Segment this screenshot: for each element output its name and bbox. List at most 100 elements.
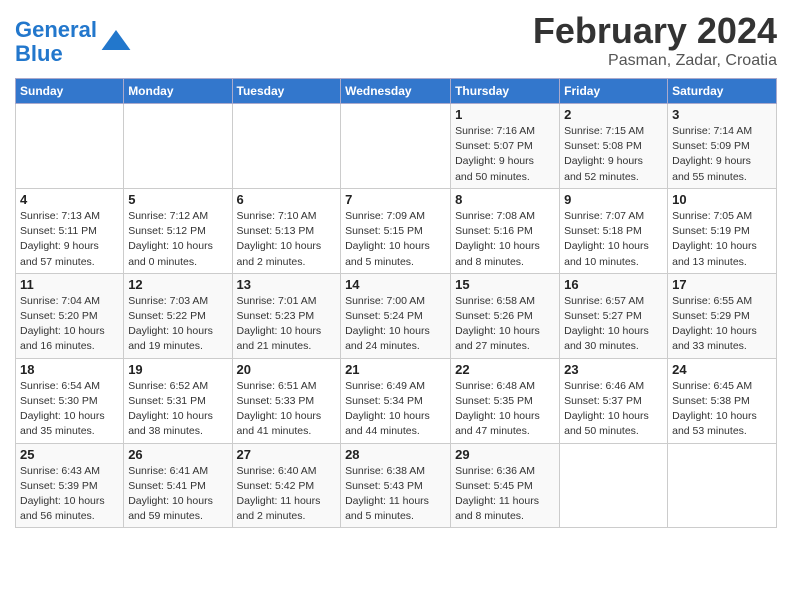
day-info: Sunrise: 6:38 AMSunset: 5:43 PMDaylight:… — [345, 464, 446, 525]
day-cell: 9 Sunrise: 7:07 AMSunset: 5:18 PMDaylight… — [560, 188, 668, 273]
header-day-saturday: Saturday — [668, 79, 777, 104]
day-number: 24 — [672, 362, 772, 377]
header: General Blue February 2024 Pasman, Zadar… — [15, 10, 777, 70]
day-number: 16 — [564, 277, 663, 292]
day-cell: 6Sunrise: 7:10 AMSunset: 5:13 PMDaylight… — [232, 188, 341, 273]
day-number: 27 — [237, 447, 337, 462]
day-info: Sunrise: 7:16 AMSunset: 5:07 PMDaylight:… — [455, 124, 555, 185]
day-info: Sunrise: 7:04 AMSunset: 5:20 PMDaylight:… — [20, 294, 119, 355]
week-row-2: 4 Sunrise: 7:13 AMSunset: 5:11 PMDaylight… — [16, 188, 777, 273]
day-number: 11 — [20, 277, 119, 292]
day-number: 23 — [564, 362, 663, 377]
day-info: Sunrise: 6:41 AMSunset: 5:41 PMDaylight:… — [128, 464, 227, 525]
day-cell — [341, 104, 451, 189]
day-number: 18 — [20, 362, 119, 377]
header-day-friday: Friday — [560, 79, 668, 104]
day-cell: 20 Sunrise: 6:51 AMSunset: 5:33 PMDayligh… — [232, 358, 341, 443]
day-number: 13 — [237, 277, 337, 292]
logo-blue: Blue — [15, 41, 63, 66]
day-cell: 16 Sunrise: 6:57 AMSunset: 5:27 PMDayligh… — [560, 273, 668, 358]
day-number: 10 — [672, 192, 772, 207]
day-info: Sunrise: 7:08 AMSunset: 5:16 PMDaylight:… — [455, 209, 555, 270]
day-cell — [668, 443, 777, 528]
day-info: Sunrise: 7:09 AMSunset: 5:15 PMDaylight:… — [345, 209, 446, 270]
day-info: Sunrise: 6:45 AMSunset: 5:38 PMDaylight:… — [672, 379, 772, 440]
day-number: 25 — [20, 447, 119, 462]
day-cell: 25 Sunrise: 6:43 AMSunset: 5:39 PMDayligh… — [16, 443, 124, 528]
day-info: Sunrise: 7:13 AMSunset: 5:11 PMDaylight:… — [20, 209, 119, 270]
day-info: Sunrise: 7:03 AMSunset: 5:22 PMDaylight:… — [128, 294, 227, 355]
day-info: Sunrise: 6:52 AMSunset: 5:31 PMDaylight:… — [128, 379, 227, 440]
day-info: Sunrise: 6:43 AMSunset: 5:39 PMDaylight:… — [20, 464, 119, 525]
title-area: February 2024 Pasman, Zadar, Croatia — [533, 10, 777, 70]
header-day-wednesday: Wednesday — [341, 79, 451, 104]
day-info: Sunrise: 6:51 AMSunset: 5:33 PMDaylight:… — [237, 379, 337, 440]
header-day-sunday: Sunday — [16, 79, 124, 104]
day-number: 9 — [564, 192, 663, 207]
location-title: Pasman, Zadar, Croatia — [533, 52, 777, 70]
day-number: 4 — [20, 192, 119, 207]
day-number: 20 — [237, 362, 337, 377]
day-number: 12 — [128, 277, 227, 292]
header-day-monday: Monday — [124, 79, 232, 104]
week-row-4: 18 Sunrise: 6:54 AMSunset: 5:30 PMDayligh… — [16, 358, 777, 443]
day-cell: 17Sunrise: 6:55 AMSunset: 5:29 PMDayligh… — [668, 273, 777, 358]
day-cell: 21 Sunrise: 6:49 AMSunset: 5:34 PMDayligh… — [341, 358, 451, 443]
day-info: Sunrise: 7:12 AMSunset: 5:12 PMDaylight:… — [128, 209, 227, 270]
day-cell: 15Sunrise: 6:58 AMSunset: 5:26 PMDayligh… — [451, 273, 560, 358]
week-row-3: 11 Sunrise: 7:04 AMSunset: 5:20 PMDayligh… — [16, 273, 777, 358]
day-cell — [124, 104, 232, 189]
day-cell: 18 Sunrise: 6:54 AMSunset: 5:30 PMDayligh… — [16, 358, 124, 443]
day-info: Sunrise: 6:49 AMSunset: 5:34 PMDaylight:… — [345, 379, 446, 440]
day-info: Sunrise: 6:46 AMSunset: 5:37 PMDaylight:… — [564, 379, 663, 440]
day-info: Sunrise: 6:48 AMSunset: 5:35 PMDaylight:… — [455, 379, 555, 440]
day-cell: 1 Sunrise: 7:16 AMSunset: 5:07 PMDaylight… — [451, 104, 560, 189]
day-info: Sunrise: 6:54 AMSunset: 5:30 PMDaylight:… — [20, 379, 119, 440]
logo-text: General Blue — [15, 18, 97, 66]
day-cell: 3 Sunrise: 7:14 AMSunset: 5:09 PMDaylight… — [668, 104, 777, 189]
logo-icon — [100, 26, 132, 58]
day-info: Sunrise: 6:57 AMSunset: 5:27 PMDaylight:… — [564, 294, 663, 355]
day-cell — [232, 104, 341, 189]
day-number: 14 — [345, 277, 446, 292]
day-cell: 24 Sunrise: 6:45 AMSunset: 5:38 PMDayligh… — [668, 358, 777, 443]
week-row-5: 25 Sunrise: 6:43 AMSunset: 5:39 PMDayligh… — [16, 443, 777, 528]
day-cell: 5 Sunrise: 7:12 AMSunset: 5:12 PMDaylight… — [124, 188, 232, 273]
day-number: 7 — [345, 192, 446, 207]
header-day-tuesday: Tuesday — [232, 79, 341, 104]
day-cell: 26 Sunrise: 6:41 AMSunset: 5:41 PMDayligh… — [124, 443, 232, 528]
day-info: Sunrise: 7:14 AMSunset: 5:09 PMDaylight:… — [672, 124, 772, 185]
day-number: 3 — [672, 107, 772, 122]
day-cell: 4 Sunrise: 7:13 AMSunset: 5:11 PMDaylight… — [16, 188, 124, 273]
day-info: Sunrise: 6:55 AMSunset: 5:29 PMDaylight:… — [672, 294, 772, 355]
day-cell: 22 Sunrise: 6:48 AMSunset: 5:35 PMDayligh… — [451, 358, 560, 443]
day-info: Sunrise: 7:07 AMSunset: 5:18 PMDaylight:… — [564, 209, 663, 270]
logo: General Blue — [15, 18, 132, 66]
day-cell: 11 Sunrise: 7:04 AMSunset: 5:20 PMDayligh… — [16, 273, 124, 358]
day-cell: 7 Sunrise: 7:09 AMSunset: 5:15 PMDaylight… — [341, 188, 451, 273]
day-info: Sunrise: 7:01 AMSunset: 5:23 PMDaylight:… — [237, 294, 337, 355]
day-cell: 29Sunrise: 6:36 AMSunset: 5:45 PMDayligh… — [451, 443, 560, 528]
day-number: 21 — [345, 362, 446, 377]
header-day-thursday: Thursday — [451, 79, 560, 104]
day-info: Sunrise: 6:40 AMSunset: 5:42 PMDaylight:… — [237, 464, 337, 525]
day-number: 22 — [455, 362, 555, 377]
month-title: February 2024 — [533, 10, 777, 52]
day-number: 19 — [128, 362, 227, 377]
day-number: 29 — [455, 447, 555, 462]
day-info: Sunrise: 7:00 AMSunset: 5:24 PMDaylight:… — [345, 294, 446, 355]
day-number: 28 — [345, 447, 446, 462]
day-cell: 28 Sunrise: 6:38 AMSunset: 5:43 PMDayligh… — [341, 443, 451, 528]
day-info: Sunrise: 7:15 AMSunset: 5:08 PMDaylight:… — [564, 124, 663, 185]
day-number: 5 — [128, 192, 227, 207]
week-row-1: 1 Sunrise: 7:16 AMSunset: 5:07 PMDaylight… — [16, 104, 777, 189]
day-cell: 14 Sunrise: 7:00 AMSunset: 5:24 PMDayligh… — [341, 273, 451, 358]
day-cell — [560, 443, 668, 528]
day-number: 26 — [128, 447, 227, 462]
day-number: 1 — [455, 107, 555, 122]
day-cell: 12 Sunrise: 7:03 AMSunset: 5:22 PMDayligh… — [124, 273, 232, 358]
day-number: 2 — [564, 107, 663, 122]
day-info: Sunrise: 7:10 AMSunset: 5:13 PMDaylight:… — [237, 209, 337, 270]
day-cell: 8 Sunrise: 7:08 AMSunset: 5:16 PMDaylight… — [451, 188, 560, 273]
day-number: 8 — [455, 192, 555, 207]
